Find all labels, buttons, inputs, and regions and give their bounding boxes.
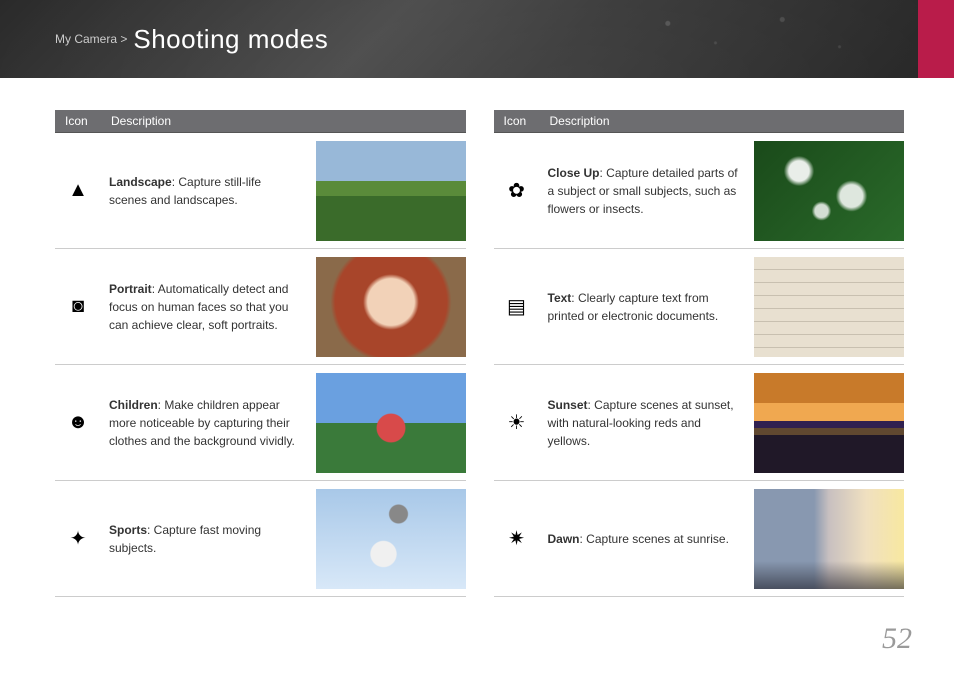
table-row: ◙Portrait: Automatically detect and focu… (55, 249, 466, 365)
mode-name: Portrait (109, 282, 152, 296)
mode-name: Sports (109, 523, 147, 537)
col-header-icon: Icon (55, 110, 101, 133)
table-row: ▲Landscape: Capture still-life scenes an… (55, 133, 466, 249)
mode-name: Close Up (548, 166, 600, 180)
mode-thumbnail (754, 141, 904, 241)
portrait-icon: ◙ (55, 249, 101, 365)
mode-name: Dawn (548, 532, 580, 546)
sunset-icon: ☀ (494, 365, 540, 481)
modes-table-right: Icon Description ✿Close Up: Capture deta… (494, 110, 905, 597)
mode-description: Sunset: Capture scenes at sunset, with n… (540, 365, 749, 481)
dawn-icon: ✷ (494, 481, 540, 597)
brand-stripe (918, 0, 954, 78)
text-icon: ▤ (494, 249, 540, 365)
mode-name: Text (548, 291, 572, 305)
table-row: ☻Children: Make children appear more not… (55, 365, 466, 481)
sports-icon: ✦ (55, 481, 101, 597)
table-row: ▤Text: Clearly capture text from printed… (494, 249, 905, 365)
mode-thumbnail (316, 141, 466, 241)
mode-thumbnail (316, 373, 466, 473)
mode-thumbnail (754, 257, 904, 357)
mode-thumbnail-cell (310, 365, 466, 481)
col-header-icon: Icon (494, 110, 540, 133)
mode-text: : Capture scenes at sunrise. (580, 532, 729, 546)
mode-thumbnail-cell (748, 481, 904, 597)
page-number: 52 (882, 622, 912, 656)
mode-description: Sports: Capture fast moving subjects. (101, 481, 310, 597)
mode-thumbnail-cell (310, 249, 466, 365)
mode-description: Children: Make children appear more noti… (101, 365, 310, 481)
left-column: Icon Description ▲Landscape: Capture sti… (55, 110, 466, 597)
landscape-icon: ▲ (55, 133, 101, 249)
col-header-description: Description (540, 110, 905, 133)
mode-description: Portrait: Automatically detect and focus… (101, 249, 310, 365)
mode-thumbnail-cell (748, 365, 904, 481)
mode-thumbnail-cell (748, 133, 904, 249)
table-row: ✷Dawn: Capture scenes at sunrise. (494, 481, 905, 597)
col-header-description: Description (101, 110, 466, 133)
breadcrumb: My Camera > (55, 32, 127, 46)
table-row: ☀Sunset: Capture scenes at sunset, with … (494, 365, 905, 481)
mode-description: Landscape: Capture still-life scenes and… (101, 133, 310, 249)
mode-description: Dawn: Capture scenes at sunrise. (540, 481, 749, 597)
mode-thumbnail (316, 257, 466, 357)
right-column: Icon Description ✿Close Up: Capture deta… (494, 110, 905, 597)
closeup-icon: ✿ (494, 133, 540, 249)
mode-text: : Clearly capture text from printed or e… (548, 291, 719, 323)
mode-thumbnail-cell (748, 249, 904, 365)
content-area: Icon Description ▲Landscape: Capture sti… (0, 78, 954, 597)
mode-description: Text: Clearly capture text from printed … (540, 249, 749, 365)
children-icon: ☻ (55, 365, 101, 481)
modes-table-left: Icon Description ▲Landscape: Capture sti… (55, 110, 466, 597)
mode-name: Children (109, 398, 158, 412)
mode-thumbnail-cell (310, 481, 466, 597)
mode-description: Close Up: Capture detailed parts of a su… (540, 133, 749, 249)
mode-name: Sunset (548, 398, 588, 412)
page-title: Shooting modes (133, 24, 328, 55)
table-row: ✦Sports: Capture fast moving subjects. (55, 481, 466, 597)
mode-thumbnail-cell (310, 133, 466, 249)
page-header: My Camera > Shooting modes (0, 0, 954, 78)
mode-thumbnail (316, 489, 466, 589)
mode-name: Landscape (109, 175, 172, 189)
mode-thumbnail (754, 373, 904, 473)
mode-thumbnail (754, 489, 904, 589)
table-row: ✿Close Up: Capture detailed parts of a s… (494, 133, 905, 249)
